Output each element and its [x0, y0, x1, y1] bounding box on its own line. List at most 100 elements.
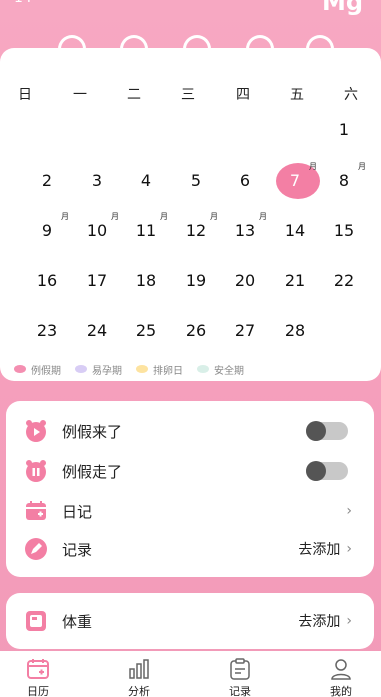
day-number: 13	[234, 221, 256, 240]
day-number: 11	[135, 221, 157, 240]
day-marker: 月	[61, 212, 69, 221]
day-number: 22	[333, 271, 355, 290]
calendar-day[interactable]: 24	[75, 313, 119, 349]
nav-mine-label: 我的	[330, 685, 352, 697]
legend-item: 易孕期	[75, 362, 122, 377]
calendar-day[interactable]: 8月	[322, 162, 366, 199]
nav-records-label: 记录	[229, 685, 251, 697]
calendar-day[interactable]: 17	[75, 263, 119, 299]
calendar-day[interactable]: 14	[273, 213, 317, 249]
calendar-day[interactable]: 4	[124, 163, 168, 199]
record-add-text: 去添加	[298, 542, 341, 558]
calendar-day[interactable]: 15	[322, 213, 366, 249]
legend-label: 例假期	[31, 365, 61, 377]
legend-dot-icon	[197, 365, 209, 373]
weight-row: 体重 去添加 ›	[6, 603, 374, 639]
nav-analysis-label: 分析	[128, 685, 150, 697]
calendar-day[interactable]: 13 月	[223, 212, 267, 249]
nav-calendar[interactable]: 日历	[8, 657, 68, 697]
calendar-day[interactable]: 23	[25, 313, 69, 349]
diary-chevron[interactable]: ›	[346, 503, 352, 519]
legend-item: 排卵日	[136, 362, 183, 377]
period-start-label: 例假来了	[62, 422, 123, 441]
period-start-toggle[interactable]	[306, 421, 348, 441]
bar-chart-icon	[129, 659, 149, 679]
calendar-day[interactable]: 3	[75, 163, 119, 199]
legend-label: 排卵日	[153, 365, 183, 377]
calendar-card: 日一二三四五六 1 2 3 4 5 6 7 月 8 月 9 月 10 月 11 月 12 月 13 月 14 15 16 17…	[0, 48, 381, 381]
calendar-day[interactable]: 12 月	[174, 212, 218, 249]
weight-add-link[interactable]: 去添加 ›	[298, 611, 352, 631]
day-number: 5	[190, 171, 202, 190]
app-logo: Mg	[321, 0, 363, 16]
day-number: 25	[135, 321, 157, 340]
calendar-day[interactable]: 5	[174, 163, 218, 199]
calendar-day[interactable]: 2	[25, 163, 69, 199]
day-number: 20	[234, 271, 256, 290]
day-marker: 月	[358, 162, 366, 171]
pen-icon	[25, 538, 47, 560]
weight-add-text: 去添加	[298, 614, 341, 630]
calendar-day[interactable]: 25	[124, 313, 168, 349]
chevron-right-icon: ›	[346, 541, 352, 557]
calendar-day[interactable]: 27	[223, 313, 267, 349]
calendar-day[interactable]: 19	[174, 263, 218, 299]
day-marker: 月	[259, 212, 267, 221]
chevron-right-icon: ›	[346, 613, 352, 629]
calendar-day[interactable]: 6	[223, 163, 267, 199]
legend-label: 易孕期	[92, 365, 122, 377]
day-marker: 月	[160, 212, 168, 221]
day-number: 23	[36, 321, 58, 340]
weekday-label: 一	[73, 87, 87, 103]
diary-row[interactable]: 日记 ›	[6, 493, 374, 529]
weight-card[interactable]: 体重 去添加 ›	[6, 593, 374, 649]
record-add-link[interactable]: 去添加 ›	[298, 539, 352, 559]
day-number: 27	[234, 321, 256, 340]
calendar-day[interactable]: 21	[273, 263, 317, 299]
day-number: 18	[135, 271, 157, 290]
day-number: 3	[91, 171, 103, 190]
day-number: 28	[284, 321, 306, 340]
legend-dot-icon	[14, 365, 26, 373]
weight-label: 体重	[62, 612, 93, 631]
period-start-row: 例假来了	[6, 413, 374, 449]
chevron-right-icon: ›	[346, 503, 352, 519]
day-number: 16	[36, 271, 58, 290]
bottom-nav: 日历 分析 记录 我的	[0, 651, 381, 697]
calendar-day-today[interactable]: 7月	[273, 162, 320, 199]
calendar-day[interactable]: 1	[322, 112, 366, 148]
day-number: 24	[86, 321, 108, 340]
calendar-day[interactable]: 11 月	[124, 212, 168, 249]
weekday-label: 五	[290, 87, 304, 103]
day-number: 8	[338, 171, 350, 190]
period-end-toggle[interactable]	[306, 461, 348, 481]
person-icon	[331, 659, 351, 680]
day-number: 21	[284, 271, 306, 290]
nav-records[interactable]: 记录	[210, 657, 270, 697]
weekday-header: 日一二三四五六	[0, 84, 381, 104]
calendar-day[interactable]: 28	[273, 313, 317, 349]
record-row[interactable]: 记录 去添加 ›	[6, 531, 374, 567]
weekday-label: 二	[127, 87, 141, 103]
day-number: 6	[239, 171, 251, 190]
nav-mine[interactable]: 我的	[311, 657, 371, 697]
legend-dot-icon	[136, 365, 148, 373]
nav-analysis[interactable]: 分析	[109, 657, 169, 697]
day-number: 2	[41, 171, 53, 190]
calendar-day[interactable]: 16	[25, 263, 69, 299]
calendar-day[interactable]: 10 月	[75, 212, 119, 249]
calendar-day[interactable]: 26	[174, 313, 218, 349]
calendar-day[interactable]: 20	[223, 263, 267, 299]
record-label: 记录	[62, 540, 93, 559]
calendar-day[interactable]: 22	[322, 263, 366, 299]
legend-dot-icon	[75, 365, 87, 373]
weekday-label: 四	[236, 87, 250, 103]
calendar-day[interactable]: 9月	[25, 212, 69, 249]
day-number: 17	[86, 271, 108, 290]
nav-calendar-label: 日历	[27, 685, 49, 697]
calendar-icon	[27, 659, 49, 679]
day-marker: 月	[111, 212, 119, 221]
actions-card: 例假来了 例假走了 日记 › 记录 去添加 ›	[6, 401, 374, 577]
calendar-day[interactable]: 18	[124, 263, 168, 299]
legend-item: 例假期	[14, 362, 61, 377]
